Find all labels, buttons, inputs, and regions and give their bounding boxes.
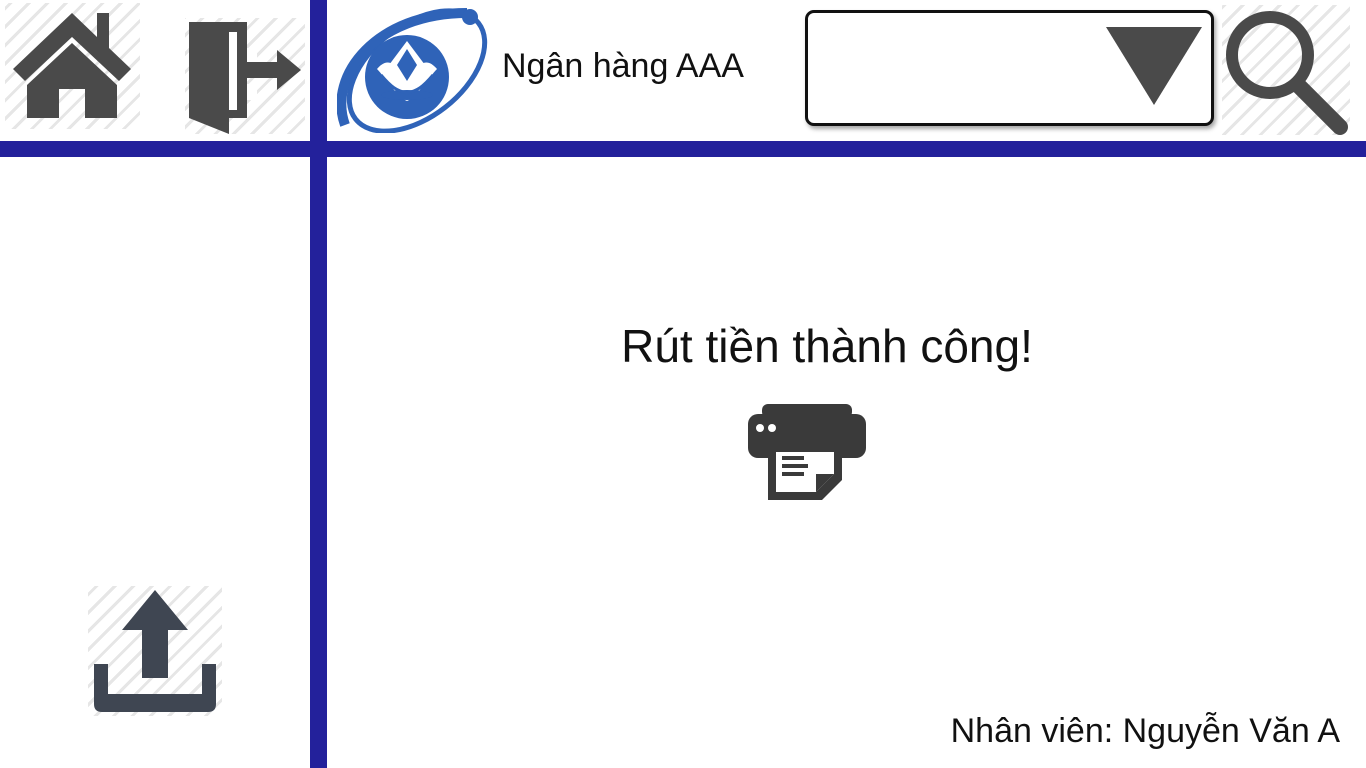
bank-logo-icon xyxy=(336,8,488,134)
bank-logo xyxy=(336,5,497,134)
exit-door-icon xyxy=(189,22,301,134)
upload-icon xyxy=(94,590,216,712)
account-dropdown[interactable] xyxy=(805,10,1214,126)
printer-receipt-icon xyxy=(748,404,866,500)
home-button[interactable] xyxy=(5,3,140,129)
app-screen: Ngân hàng AAA Rút tiền thành công! Nhân … xyxy=(0,0,1366,768)
print-receipt-button[interactable] xyxy=(746,402,868,504)
bank-name: Ngân hàng AAA xyxy=(502,47,744,85)
search-icon xyxy=(1226,11,1348,135)
logout-button[interactable] xyxy=(185,18,305,134)
home-icon xyxy=(13,13,131,118)
search-button[interactable] xyxy=(1222,5,1350,135)
vertical-divider xyxy=(310,0,327,768)
triangle-down-icon xyxy=(1106,27,1202,105)
horizontal-divider xyxy=(0,141,1366,157)
status-message: Rút tiền thành công! xyxy=(621,320,1033,372)
employee-name: Nhân viên: Nguyễn Văn A xyxy=(950,712,1340,750)
upload-button[interactable] xyxy=(88,586,222,716)
